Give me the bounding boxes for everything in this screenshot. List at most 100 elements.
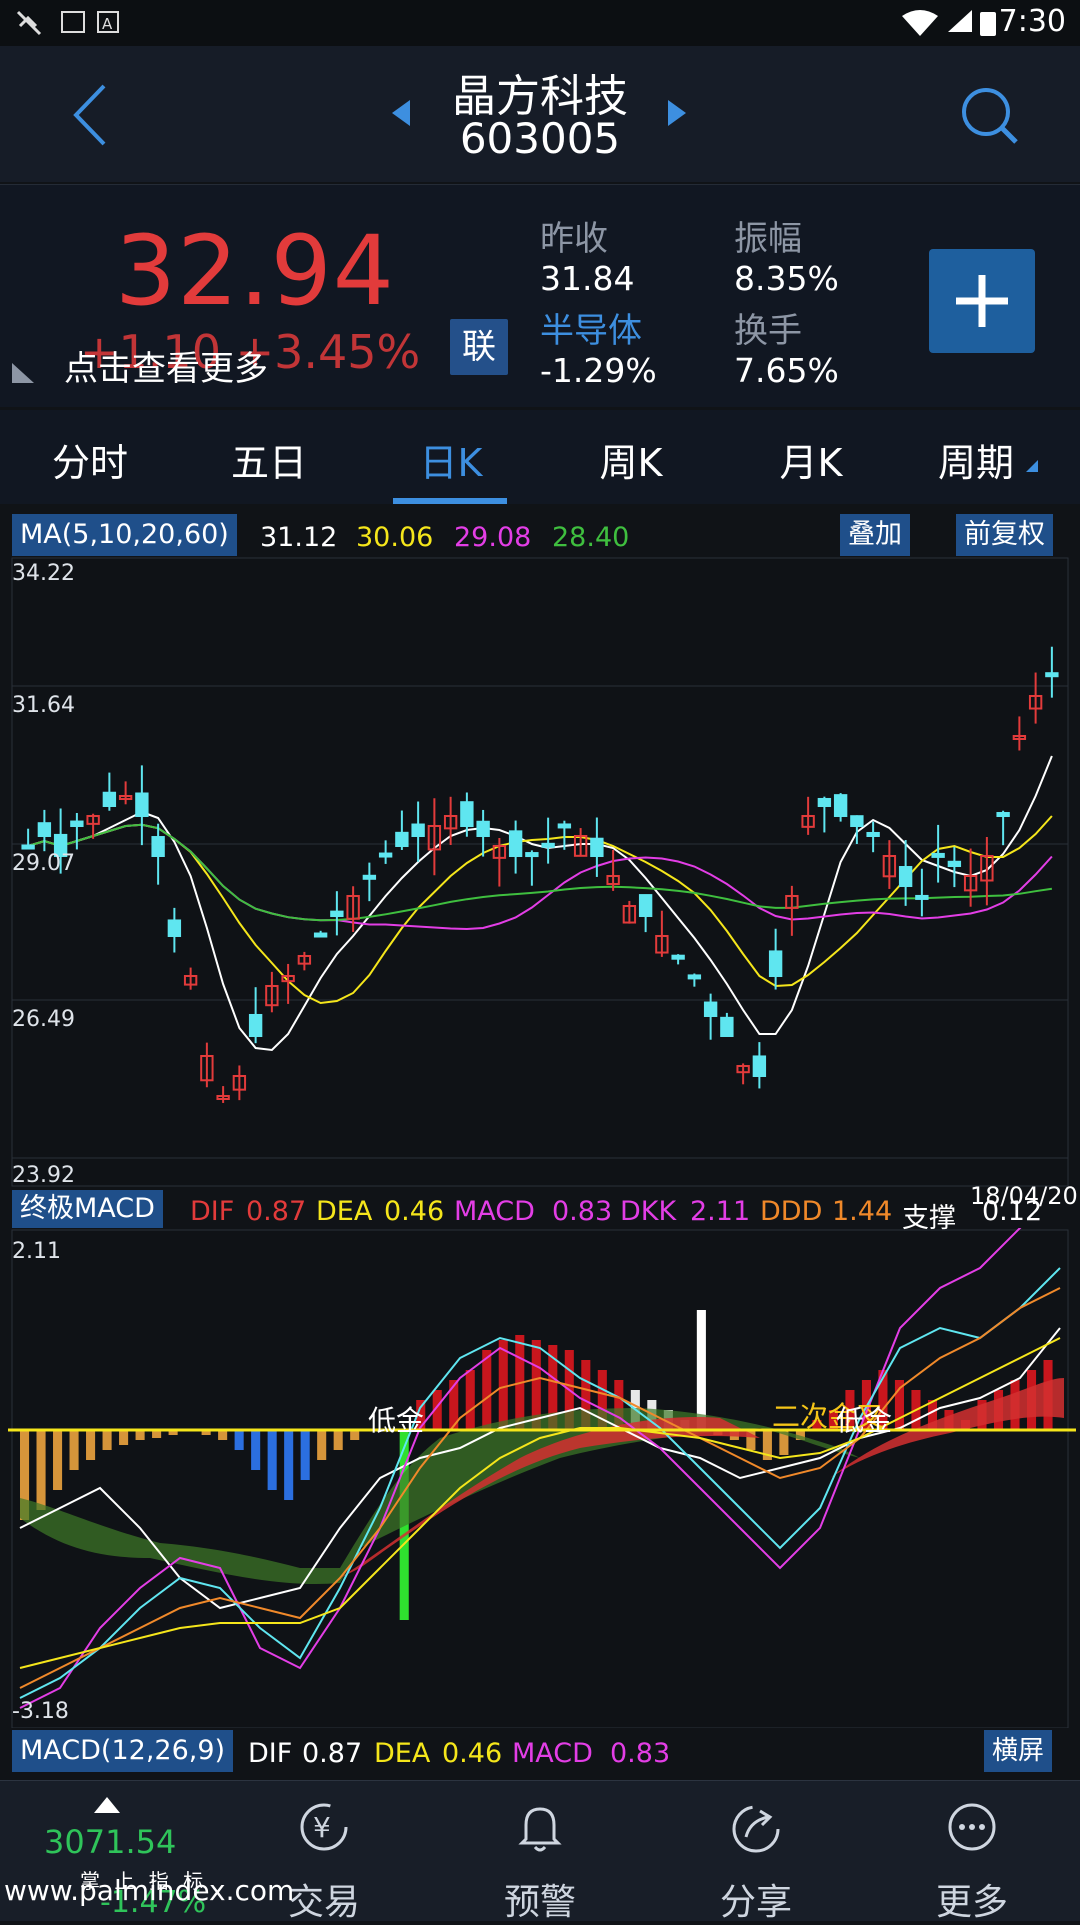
candle-body (151, 836, 165, 858)
tab-intraday[interactable]: 分时 (15, 432, 165, 487)
nav-more-label: 更多 (935, 1882, 1008, 1923)
dkk-label: DKK (620, 1196, 677, 1227)
macd-legend-row: 终极MACD DIF 0.87 DEA 0.46 MACD 0.83 DKK 2… (0, 1182, 1080, 1234)
macd-bar (36, 1430, 46, 1510)
macd-bar (482, 1350, 492, 1430)
macd-params-row: MACD(12,26,9) DIF 0.87 DEA 0.46 MACD 0.8… (0, 1728, 1080, 1772)
candle-body (866, 831, 880, 837)
svg-text:A: A (102, 15, 113, 33)
caret-up-icon (94, 1797, 120, 1813)
nav-more[interactable]: 更多 (864, 1781, 1080, 1923)
macd-y-bottom: -3.18 (12, 1699, 69, 1724)
prev-close-value: 31.84 (540, 259, 635, 298)
index-value: 3071.54 (44, 1823, 177, 1861)
macd-params-label[interactable]: MACD(12,26,9) (12, 1730, 234, 1772)
macd-bar (696, 1310, 706, 1430)
linked-badge[interactable]: 联 (450, 319, 508, 375)
macd-y-top: 2.11 (12, 1239, 61, 1264)
amplitude-value: 8.35% (734, 259, 839, 298)
macd-dea-label: DEA (374, 1738, 431, 1769)
macd-bar (102, 1430, 112, 1450)
candle-body (703, 1001, 718, 1018)
y-label-top: 34.22 (12, 561, 75, 586)
turnover-label: 换手 (734, 311, 802, 351)
macd-dif-value: 0.87 (302, 1738, 363, 1769)
macd-chart[interactable]: 低金 二次金叉 低金 2.11 -3.18 (0, 1228, 1080, 1728)
expand-corner-icon[interactable] (10, 361, 36, 385)
candle-body (395, 831, 409, 848)
y-label-3: 29.07 (12, 851, 75, 876)
candle-body (102, 791, 117, 808)
ma-label[interactable]: MA(5,10,20,60) (12, 514, 237, 556)
candle-body (752, 1055, 767, 1077)
landscape-button[interactable]: 横屏 (984, 1730, 1053, 1772)
candle-body (833, 794, 848, 818)
status-bar: A 7:30 (0, 0, 1080, 46)
plus-icon (956, 275, 1008, 327)
macd-label: MACD (454, 1196, 535, 1227)
candle-body (915, 894, 929, 900)
add-watchlist-button[interactable] (929, 249, 1035, 353)
y-label-4: 26.49 (12, 1007, 75, 1032)
search-icon[interactable] (958, 84, 1022, 148)
more-info-link[interactable]: 点击查看更多 (64, 341, 268, 390)
macd-bar (317, 1430, 327, 1460)
ma10-value: 30.06 (356, 522, 434, 553)
macd-bar (53, 1430, 63, 1490)
back-icon[interactable] (70, 82, 110, 148)
macd-macd-value: 0.83 (610, 1738, 671, 1769)
quote-panel: 32.94 +1.10 +3.45% 点击查看更多 联 昨收 31.84 半导体… (0, 184, 1080, 407)
macd-bar (300, 1430, 310, 1480)
tab-daily-k[interactable]: 日K (376, 432, 526, 487)
notification-icons: A (16, 10, 119, 36)
candle-body (931, 852, 945, 858)
candle-body (378, 852, 393, 858)
macd-dea-value: 0.46 (442, 1738, 503, 1769)
candlestick-chart[interactable]: 34.22 31.64 29.07 26.49 23.92 (0, 556, 1080, 1188)
overlay-button[interactable]: 叠加 (840, 514, 910, 556)
candle-body (557, 823, 572, 829)
candle-body (768, 950, 783, 978)
sector-name[interactable]: 半导体 (540, 303, 642, 352)
current-price: 32.94 (115, 215, 395, 327)
candle-body (135, 792, 149, 818)
dif-label: DIF (190, 1196, 235, 1227)
adjust-button[interactable]: 前复权 (956, 514, 1053, 556)
macd-frame (11, 1229, 1069, 1728)
ma20-value: 29.08 (454, 522, 532, 553)
ma5-value: 31.12 (260, 522, 338, 553)
candle-body (460, 801, 474, 827)
tab-monthly-k[interactable]: 月K (736, 432, 886, 487)
next-stock-icon[interactable] (664, 98, 688, 128)
candle-body (671, 954, 685, 960)
candle-body (687, 974, 702, 980)
candle-body (541, 842, 555, 848)
y-label-2: 31.64 (12, 693, 75, 718)
candle-body (313, 932, 328, 938)
nav-share-label: 分享 (719, 1882, 792, 1923)
sector-change: -1.29% (540, 351, 657, 390)
macd-bar (234, 1430, 244, 1450)
candle-body (590, 837, 604, 857)
nav-alert[interactable]: 预警 (432, 1781, 648, 1923)
tab-weekly-k[interactable]: 周K (556, 432, 706, 487)
candle-body (70, 820, 84, 828)
yen-icon: ¥ (300, 1803, 348, 1851)
candle-body (508, 830, 523, 857)
candle-body (21, 844, 35, 850)
clock: 7:30 (998, 4, 1066, 39)
candle-body (476, 820, 490, 837)
macd-bar (69, 1430, 79, 1470)
system-status-icons (902, 10, 996, 36)
candle-body (817, 797, 832, 807)
prev-close-label: 昨收 (540, 219, 608, 259)
ma60-value: 28.40 (552, 522, 630, 553)
tab-five-day[interactable]: 五日 (194, 432, 344, 487)
macd-bar (119, 1430, 129, 1445)
macd-indicator-label[interactable]: 终极MACD (12, 1190, 163, 1228)
nav-share[interactable]: 分享 (648, 1781, 864, 1923)
share-icon (732, 1805, 780, 1853)
bell-icon (518, 1807, 562, 1852)
turnover-value: 7.65% (734, 351, 839, 390)
candle-body (850, 815, 864, 828)
